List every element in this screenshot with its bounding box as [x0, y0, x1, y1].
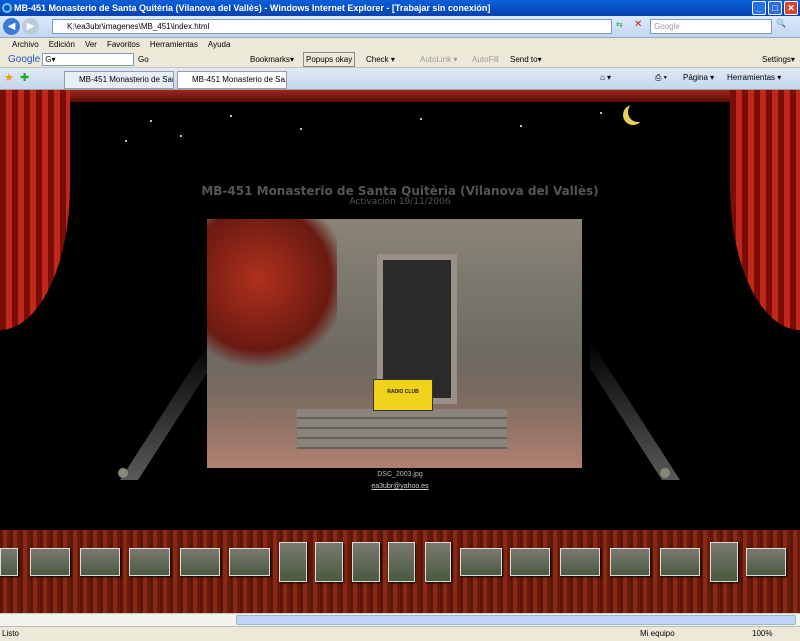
curtain-valance — [0, 90, 800, 102]
check-button[interactable]: Check ▾ — [366, 51, 395, 68]
spotlight-left — [120, 340, 210, 480]
settings-button[interactable]: Settings▾ — [762, 51, 795, 68]
back-button[interactable]: ◀ — [3, 18, 20, 35]
maximize-button[interactable]: □ — [768, 1, 782, 15]
google-logo: Google — [8, 54, 41, 65]
print-icon[interactable]: ⎙ ▾ — [655, 73, 667, 83]
tab-1[interactable]: MB-451 Monasterio de Santa... — [64, 71, 174, 89]
thumbnail[interactable] — [229, 548, 270, 576]
status-bar: Listo Mi equipo 100% — [0, 626, 800, 640]
moon-icon — [628, 102, 648, 122]
search-icon[interactable]: 🔍 — [776, 19, 786, 28]
title-bar: MB-451 Monasterio de Santa Quitèria (Vil… — [0, 0, 800, 16]
page-menu[interactable]: Página ▾ — [683, 73, 714, 82]
bookmarks-button[interactable]: Bookmarks▾ — [250, 51, 294, 68]
favorites-star-icon[interactable]: ★ — [4, 71, 14, 84]
thumbnail[interactable] — [388, 542, 415, 582]
add-favorite-icon[interactable]: ✚ — [20, 71, 29, 84]
zoom-level[interactable]: 100% — [752, 627, 772, 641]
scrollbar-thumb[interactable] — [236, 615, 796, 625]
thumbnail[interactable] — [660, 548, 700, 576]
autofill-button[interactable]: AutoFill — [472, 51, 499, 68]
forward-button[interactable]: ▶ — [22, 18, 39, 35]
thumbnail[interactable] — [560, 548, 600, 576]
popups-button[interactable]: Popups okay — [303, 52, 356, 67]
thumbnail[interactable] — [746, 548, 786, 576]
url-input[interactable]: K:\ea3ubr\imagenes\MB_451\index.html — [52, 19, 612, 34]
ie-icon — [2, 3, 12, 13]
search-input[interactable]: Google — [650, 19, 772, 34]
tab-label: MB-451 Monasterio de Sa... — [192, 75, 287, 84]
menu-edicion[interactable]: Edición — [49, 40, 75, 49]
left-curtain — [0, 90, 70, 330]
sendto-button[interactable]: Send to▾ — [510, 51, 542, 68]
thumbnail[interactable] — [80, 548, 120, 576]
thumbnail[interactable] — [0, 548, 18, 576]
thumbnail[interactable] — [30, 548, 70, 576]
main-photo[interactable]: RADIO CLUB — [207, 219, 582, 468]
menu-ver[interactable]: Ver — [85, 40, 97, 49]
stop-icon[interactable]: ✕ — [634, 19, 642, 30]
sign-text: RADIO CLUB — [387, 389, 419, 395]
menu-favoritos[interactable]: Favoritos — [107, 40, 140, 49]
menu-bar: Archivo Edición Ver Favoritos Herramientas Ay… — [0, 38, 800, 51]
photo-caption: DSC_2003.jpg — [377, 471, 423, 478]
refresh-icon[interactable]: ⇆ — [616, 20, 623, 29]
page-subtitle: Activación 19/11/2006 — [349, 197, 451, 207]
google-search-input[interactable]: G▾ — [42, 53, 134, 66]
autolink-button[interactable]: AutoLink ▾ — [420, 51, 457, 68]
address-bar: ◀ ▶ K:\ea3ubr\imagenes\MB_451\index.html… — [0, 16, 800, 38]
thumbnail[interactable] — [279, 542, 307, 582]
tab-label: MB-451 Monasterio de Santa... — [79, 75, 173, 84]
page-content: MB-451 Monasterio de Santa Quitèria (Vil… — [0, 90, 800, 613]
thumbnail-strip — [0, 530, 800, 613]
spotlight-right — [590, 340, 680, 480]
thumbnail[interactable] — [460, 548, 502, 576]
menu-herramientas[interactable]: Herramientas — [150, 40, 198, 49]
thumbnail[interactable] — [129, 548, 170, 576]
menu-ayuda[interactable]: Ayuda — [208, 40, 231, 49]
home-icon[interactable]: ⌂ ▾ — [600, 73, 611, 82]
thumbnail[interactable] — [510, 548, 550, 576]
photo-sign: RADIO CLUB — [373, 379, 433, 411]
status-text: Listo — [2, 629, 19, 638]
thumbnail[interactable] — [710, 542, 738, 582]
thumbnail[interactable] — [180, 548, 220, 576]
page-title: MB-451 Monasterio de Santa Quitèria (Vil… — [201, 184, 599, 198]
horizontal-scrollbar[interactable] — [0, 613, 800, 626]
minimize-button[interactable]: _ — [752, 1, 766, 15]
zone-text: Mi equipo — [640, 629, 675, 638]
window-title: MB-451 Monasterio de Santa Quitèria (Vil… — [14, 3, 491, 13]
tab-2[interactable]: MB-451 Monasterio de Sa... — [177, 71, 287, 89]
close-button[interactable]: ✕ — [784, 1, 798, 15]
tools-menu[interactable]: Herramientas ▾ — [727, 73, 781, 82]
google-toolbar: Google G▾ Go Bookmarks▾ Popups okay Chec… — [0, 51, 800, 68]
menu-archivo[interactable]: Archivo — [12, 40, 39, 49]
email-link[interactable]: ea3ubr@yahoo.es — [0, 483, 800, 490]
thumbnail[interactable] — [352, 542, 380, 582]
thumbnail[interactable] — [315, 542, 343, 582]
right-curtain — [730, 90, 800, 330]
tab-bar: ★ ✚ MB-451 Monasterio de Santa... MB-451… — [0, 68, 800, 90]
go-button[interactable]: Go — [138, 51, 149, 68]
thumbnail[interactable] — [610, 548, 650, 576]
thumbnail[interactable] — [425, 542, 451, 582]
